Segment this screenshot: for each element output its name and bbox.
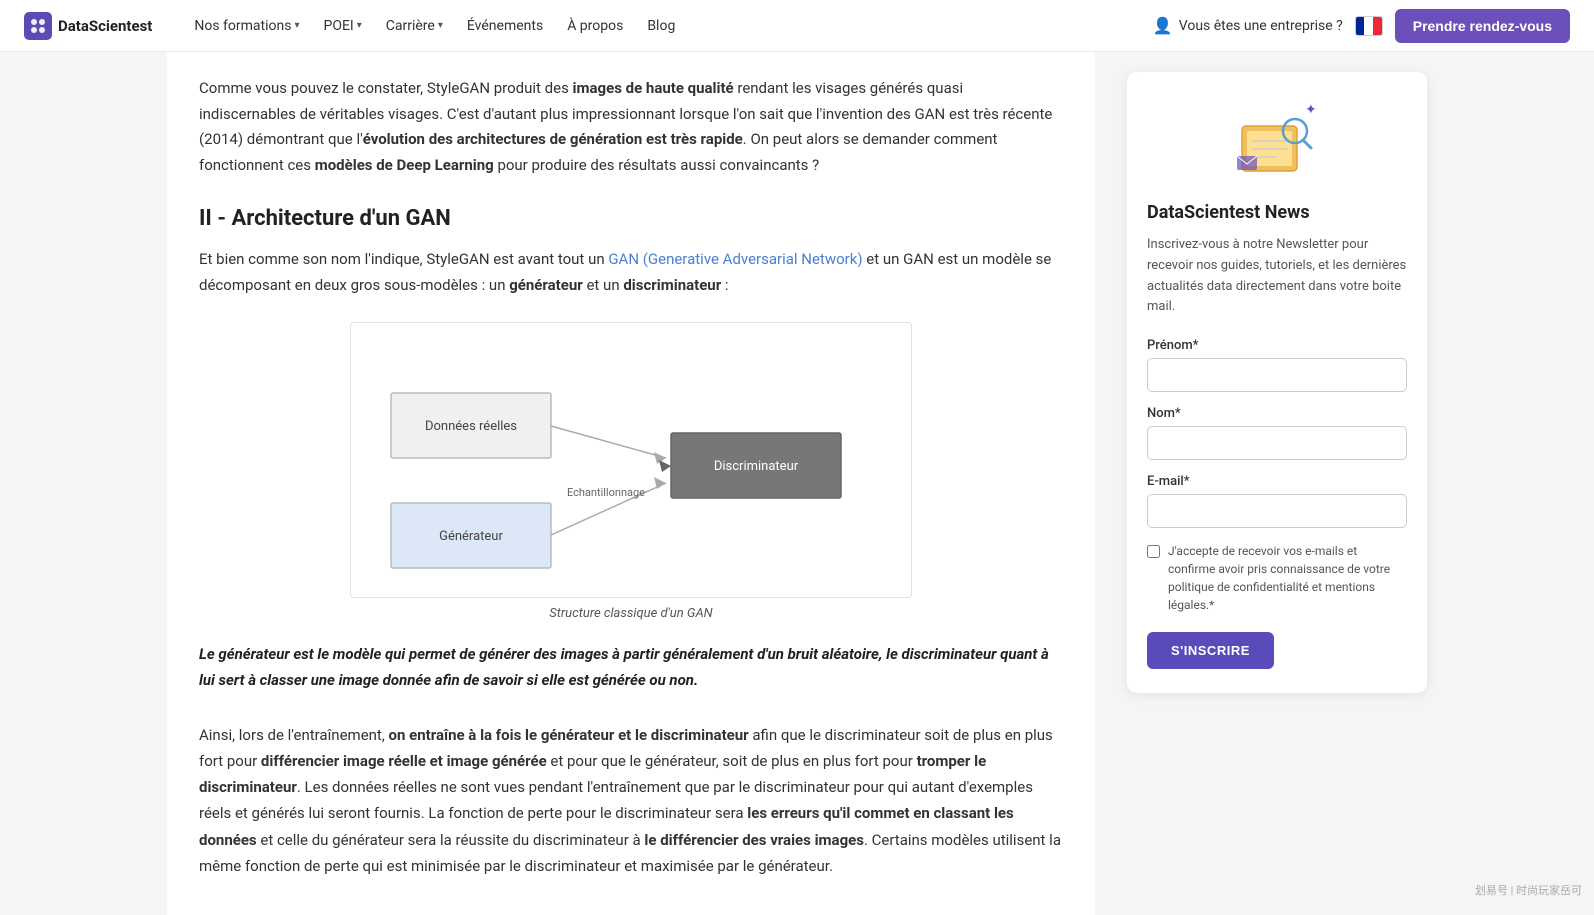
nav-item-blog[interactable]: Blog	[637, 12, 685, 40]
submit-button[interactable]: S'INSCRIRE	[1147, 632, 1274, 669]
consent-group: J'accepte de recevoir vos e-mails et con…	[1147, 542, 1407, 614]
sidebar: ✦ DataScientest News Inscrivez-vous à no…	[1127, 52, 1427, 915]
nav-item-carriere[interactable]: Carrière ▾	[376, 12, 453, 40]
diagram-container: Données réelles Générateur Discriminateu…	[199, 322, 1063, 598]
svg-text:✦: ✦	[1305, 102, 1317, 118]
logo-link[interactable]: DataScientest	[24, 12, 152, 40]
watermark: 划易号 | 时尚玩家岳可	[1475, 882, 1582, 898]
main-content: Comme vous pouvez le constater, StyleGAN…	[167, 52, 1095, 915]
chevron-down-icon: ▾	[294, 20, 299, 31]
nom-input[interactable]	[1147, 426, 1407, 460]
diagram-caption: Structure classique d'un GAN	[199, 606, 1063, 621]
chevron-down-icon: ▾	[438, 20, 443, 31]
section-paragraph: Et bien comme son nom l'indique, StyleGA…	[199, 247, 1063, 298]
prenom-group: Prénom*	[1147, 338, 1407, 392]
enterprise-icon: 👤	[1153, 16, 1173, 35]
consent-checkbox[interactable]	[1147, 545, 1160, 558]
newsletter-illustration: ✦	[1147, 96, 1407, 186]
sidebar-description: Inscrivez-vous à notre Newsletter pour r…	[1147, 235, 1407, 318]
prenom-input[interactable]	[1147, 358, 1407, 392]
sidebar-title: DataScientest News	[1147, 202, 1407, 223]
logo-text: DataScientest	[58, 17, 152, 35]
language-flag[interactable]	[1355, 16, 1383, 36]
prenom-label: Prénom*	[1147, 338, 1407, 353]
newsletter-card: ✦ DataScientest News Inscrivez-vous à no…	[1127, 72, 1427, 693]
navbar-right: 👤 Vous êtes une entreprise ? Prendre ren…	[1153, 9, 1570, 43]
nav-item-poei[interactable]: POEI ▾	[314, 12, 372, 40]
flag-red	[1373, 17, 1382, 35]
main-nav: Nos formations ▾ POEI ▾ Carrière ▾ Événe…	[184, 12, 1152, 40]
intro-paragraph: Comme vous pouvez le constater, StyleGAN…	[199, 76, 1063, 178]
newsletter-form: Prénom* Nom* E-mail*	[1147, 338, 1407, 669]
enterprise-link[interactable]: 👤 Vous êtes une entreprise ?	[1153, 16, 1343, 35]
email-group: E-mail*	[1147, 474, 1407, 528]
flag-blue	[1356, 17, 1365, 35]
nav-item-evenements[interactable]: Événements	[457, 12, 553, 40]
diagram-svg: Données réelles Générateur Discriminateu…	[350, 322, 912, 598]
quote-block: Le générateur est le modèle qui permet d…	[199, 641, 1063, 694]
email-input[interactable]	[1147, 494, 1407, 528]
page-wrapper: Comme vous pouvez le constater, StyleGAN…	[147, 52, 1447, 915]
body-paragraph: Ainsi, lors de l'entraînement, on entraî…	[199, 722, 1063, 880]
logo-icon	[24, 12, 52, 40]
nav-item-formations[interactable]: Nos formations ▾	[184, 12, 309, 40]
gan-link[interactable]: GAN (Generative Adversarial Network)	[608, 250, 862, 268]
consent-label: J'accepte de recevoir vos e-mails et con…	[1168, 542, 1407, 614]
newsletter-icon: ✦	[1227, 96, 1327, 186]
section-title: II - Architecture d'un GAN	[199, 206, 1063, 231]
flag-white	[1364, 17, 1373, 35]
navbar: DataScientest Nos formations ▾ POEI ▾ Ca…	[0, 0, 1594, 52]
svg-text:Générateur: Générateur	[439, 529, 503, 544]
svg-text:Données réelles: Données réelles	[425, 419, 517, 434]
chevron-down-icon: ▾	[357, 20, 362, 31]
nom-label: Nom*	[1147, 406, 1407, 421]
svg-text:Echantillonnage: Echantillonnage	[567, 486, 645, 499]
svg-text:Discriminateur: Discriminateur	[714, 459, 799, 474]
nav-item-apropos[interactable]: À propos	[557, 12, 633, 40]
email-label: E-mail*	[1147, 474, 1407, 489]
cta-button[interactable]: Prendre rendez-vous	[1395, 9, 1570, 43]
nom-group: Nom*	[1147, 406, 1407, 460]
